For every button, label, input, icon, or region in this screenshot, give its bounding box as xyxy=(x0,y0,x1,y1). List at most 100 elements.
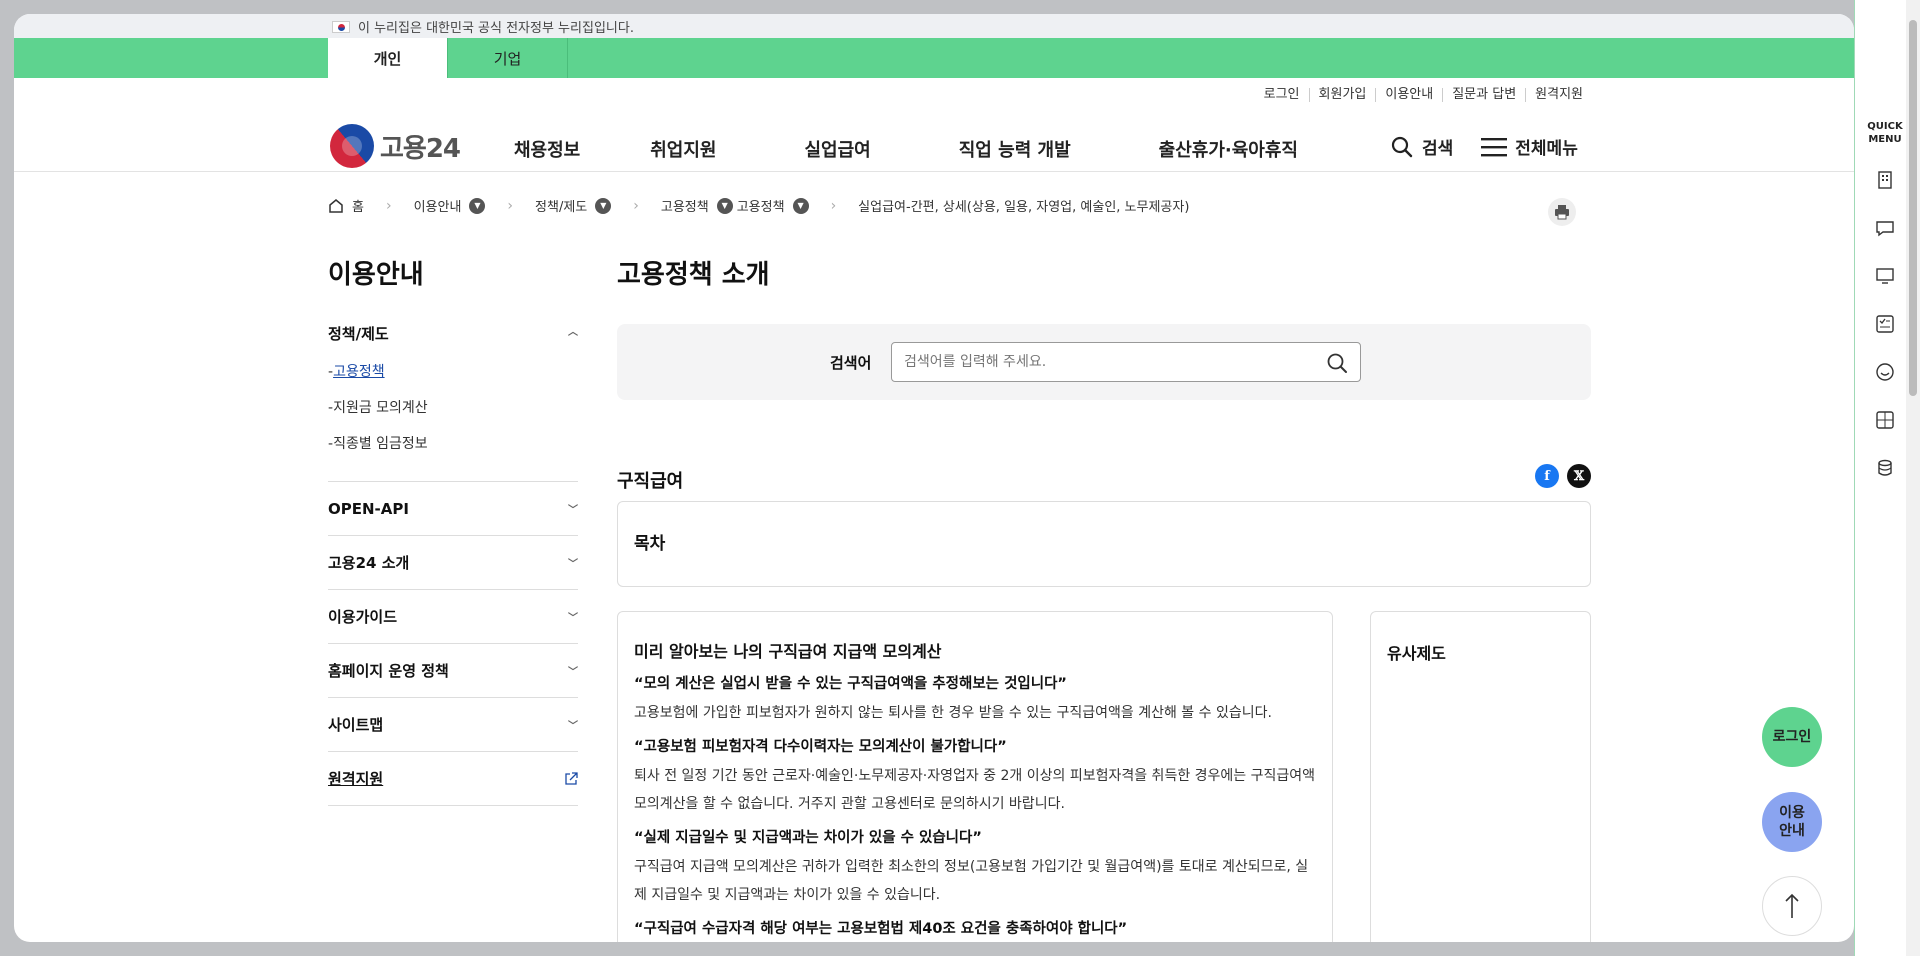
lnb-sitemap-toggle[interactable]: 사이트맵 ﹀ xyxy=(328,698,578,751)
lnb-section-remote: 원격지원 xyxy=(328,752,578,806)
chevron-down-icon: ﹀ xyxy=(568,505,578,516)
guide-link[interactable]: 이용안내 xyxy=(1375,88,1442,102)
qna-link[interactable]: 질문과 답변 xyxy=(1442,88,1525,102)
search-label: 검색어 xyxy=(830,354,872,372)
gnb-employment-support[interactable]: 취업지원 xyxy=(650,136,716,162)
side-card-title: 유사제도 xyxy=(1387,644,1446,663)
breadcrumb-item[interactable]: 정책/제도 xyxy=(535,196,587,215)
signup-link[interactable]: 회원가입 xyxy=(1308,88,1376,102)
chevron-down-icon[interactable]: ▼ xyxy=(595,197,612,214)
chevron-right-icon: › xyxy=(633,197,639,214)
floating-guide-button[interactable]: 이용 안내 xyxy=(1762,792,1822,852)
card-question: “고용보험 피보험자격 다수이력자는 모의계산이 불가합니다” xyxy=(634,739,1007,755)
floating-guide-label: 이용 안내 xyxy=(1779,805,1805,839)
lnb-title: 이용안내 xyxy=(328,260,424,290)
chevron-down-icon[interactable]: ▼ xyxy=(716,197,733,214)
breadcrumb: 홈 › 이용안내 ▼ › 정책/제도 ▼ › 고용정책 ▼ 고용정책 ▼ › 실업급여-… xyxy=(328,196,1189,215)
search-field xyxy=(891,342,1361,382)
lnb-guide-toggle[interactable]: 이용가이드 ﹀ xyxy=(328,590,578,643)
logo[interactable]: 고용24 xyxy=(330,124,461,168)
breadcrumb-current: 실업급여-간편, 상세(상용, 일용, 자영업, 예술인, 노무제공자) xyxy=(858,200,1190,215)
lnb-sub-employment-policy[interactable]: -고용정책 xyxy=(328,361,578,397)
lnb-section-label: 사이트맵 xyxy=(328,716,384,734)
chevron-down-icon[interactable]: ▼ xyxy=(792,197,809,214)
scrollbar[interactable] xyxy=(1906,0,1920,956)
main-content: 고용정책 소개 검색어 구직급여 f 𝕏 목차 미리 알아보는 나의 구직급여 … xyxy=(617,254,1591,942)
monitor-icon[interactable] xyxy=(1873,264,1897,288)
lnb-sub-wage-info[interactable]: -직종별 임금정보 xyxy=(328,433,578,469)
table-of-contents: 목차 xyxy=(617,501,1591,587)
home-icon xyxy=(329,198,343,213)
breadcrumb-item[interactable]: 고용정책 xyxy=(737,196,785,215)
logo-text: 고용24 xyxy=(380,133,461,164)
search-button[interactable]: 검색 xyxy=(1390,134,1453,159)
chevron-down-icon: ﹀ xyxy=(568,721,578,732)
header-actions: 검색 전체메뉴 xyxy=(1390,134,1578,159)
lnb-remote-link[interactable]: 원격지원 xyxy=(328,752,578,805)
browser-page: 이 누리집은 대한민국 공식 전자정부 누리집입니다. 개인 기업 로그인 회원… xyxy=(14,14,1854,942)
gnb-maternity-leave[interactable]: 출산휴가·육아휴직 xyxy=(1159,136,1298,162)
lnb-section-policies: 홈페이지 운영 정책 ﹀ xyxy=(328,644,578,698)
card-title: 미리 알아보는 나의 구직급여 지급액 모의계산 xyxy=(634,642,942,661)
lnb-about-toggle[interactable]: 고용24 소개 ﹀ xyxy=(328,536,578,589)
tab-personal[interactable]: 개인 xyxy=(328,38,448,78)
card-answer: 구직급여 지급액 모의계산은 귀하가 입력한 최소한의 정보(고용보험 가입기간… xyxy=(634,859,1309,903)
chat-icon[interactable] xyxy=(1873,216,1897,240)
chevron-down-icon: ﹀ xyxy=(568,667,578,678)
share-buttons: f 𝕏 xyxy=(1535,464,1591,488)
building-icon[interactable] xyxy=(1873,168,1897,192)
gnb-vocational-training[interactable]: 직업 능력 개발 xyxy=(959,136,1071,162)
coins-icon[interactable] xyxy=(1873,456,1897,480)
card-question: “실제 지급일수 및 지급액과는 차이가 있을 수 있습니다” xyxy=(634,830,982,846)
calculator-icon[interactable] xyxy=(1873,408,1897,432)
search-label: 검색 xyxy=(1422,139,1454,159)
lnb-openapi-toggle[interactable]: OPEN-API ﹀ xyxy=(328,482,578,535)
audience-bar: 개인 기업 xyxy=(14,38,1854,78)
lnb-policies-toggle[interactable]: 홈페이지 운영 정책 ﹀ xyxy=(328,644,578,697)
breadcrumb-item[interactable]: 이용안내 xyxy=(414,196,462,215)
printer-icon xyxy=(1555,205,1569,220)
remote-support-link[interactable]: 원격지원 xyxy=(1525,88,1592,102)
card-answer: 고용보험에 가입한 피보험자가 원하지 않는 퇴사를 한 경우 받을 수 있는 … xyxy=(634,705,1272,721)
chevron-up-icon: ︿ xyxy=(568,327,578,338)
lnb-section-about: 고용24 소개 ﹀ xyxy=(328,536,578,590)
toc-title: 목차 xyxy=(634,534,666,554)
smile-icon[interactable] xyxy=(1873,360,1897,384)
chevron-down-icon: ﹀ xyxy=(568,559,578,570)
checklist-icon[interactable] xyxy=(1873,312,1897,336)
arrow-up-icon xyxy=(1785,893,1799,918)
site-header: 고용24 채용정보 취업지원 실업급여 직업 능력 개발 출산휴가·육아휴직 검… xyxy=(14,114,1854,172)
breadcrumb-item[interactable]: 고용정책 xyxy=(661,196,709,215)
chevron-down-icon[interactable]: ▼ xyxy=(469,197,486,214)
print-button[interactable] xyxy=(1548,198,1576,226)
global-nav: 채용정보 취업지원 실업급여 직업 능력 개발 출산휴가·육아휴직 xyxy=(514,136,1298,162)
gnb-unemployment-benefit[interactable]: 실업급여 xyxy=(805,136,871,162)
search-icon[interactable] xyxy=(1326,352,1348,374)
lnb-sub-subsidy-calc[interactable]: -지원금 모의계산 xyxy=(328,397,578,433)
floating-login-button[interactable]: 로그인 xyxy=(1762,707,1822,767)
similar-programs-card: 유사제도 xyxy=(1370,611,1591,942)
section-title: 구직급여 xyxy=(617,471,684,492)
card-question: “구직급여 수급자격 해당 여부는 고용보험법 제40조 요건을 충족하여야 합… xyxy=(634,921,1128,937)
lnb-section-label: 원격지원 xyxy=(328,770,384,788)
lnb-section-openapi: OPEN-API ﹀ xyxy=(328,482,578,536)
tab-business[interactable]: 기업 xyxy=(448,38,568,78)
lnb-policy-toggle[interactable]: 정책/제도 ︿ xyxy=(328,321,578,361)
facebook-icon[interactable]: f xyxy=(1535,464,1559,488)
login-link[interactable]: 로그인 xyxy=(1255,88,1309,102)
search-input[interactable] xyxy=(892,343,1312,381)
breadcrumb-home[interactable]: 홈 xyxy=(352,196,364,215)
gov-banner: 이 누리집은 대한민국 공식 전자정부 누리집입니다. xyxy=(14,14,1854,38)
lnb-section-label: 고용24 소개 xyxy=(328,554,410,572)
all-menu-button[interactable]: 전체메뉴 xyxy=(1481,134,1578,159)
x-twitter-icon[interactable]: 𝕏 xyxy=(1567,464,1591,488)
scroll-top-button[interactable] xyxy=(1762,876,1822,936)
lnb-sub-label: 직종별 임금정보 xyxy=(333,436,428,452)
page-title: 고용정책 소개 xyxy=(617,260,770,290)
local-nav: 이용안내 정책/제도 ︿ -고용정책 -지원금 모의계산 -직종별 임금정보 O… xyxy=(328,254,578,806)
gnb-jobs[interactable]: 채용정보 xyxy=(514,136,580,162)
lnb-sub-label: 지원금 모의계산 xyxy=(333,400,428,416)
scrollbar-thumb[interactable] xyxy=(1909,20,1917,396)
lnb-sub-label: 고용정책 xyxy=(333,364,385,380)
chevron-right-icon: › xyxy=(507,197,514,214)
